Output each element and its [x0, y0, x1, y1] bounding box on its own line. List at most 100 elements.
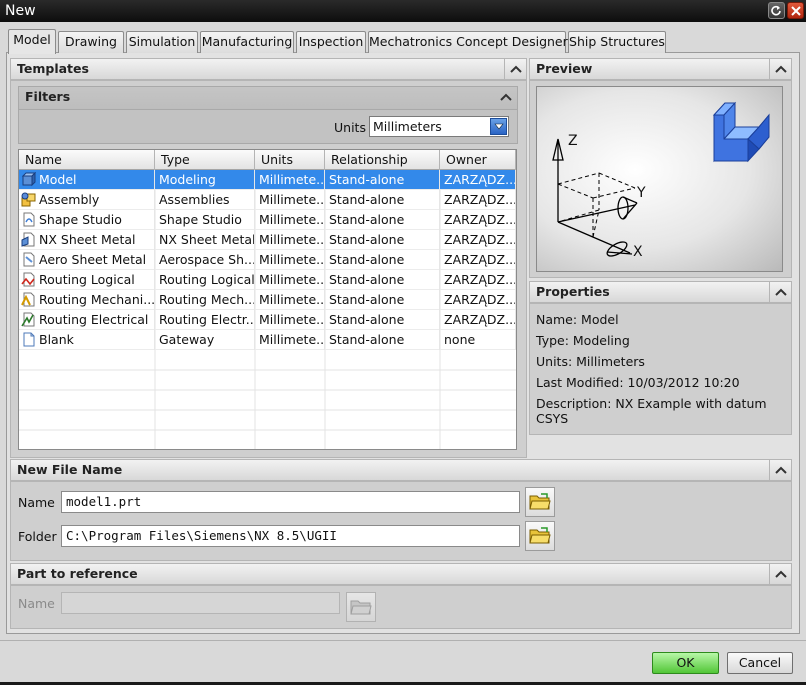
table-row[interactable]: Model Modeling Millimete... Stand-alone …	[19, 170, 516, 190]
cell-type: Gateway	[155, 330, 255, 350]
cell-type: Routing Electr...	[155, 310, 255, 330]
properties-title: Properties	[536, 284, 610, 299]
preview-header[interactable]: Preview	[529, 58, 792, 80]
table-row[interactable]: NX Sheet Metal NX Sheet Metal Millimete.…	[19, 230, 516, 250]
folder-icon	[350, 600, 372, 615]
tab-drawing[interactable]: Drawing	[58, 31, 124, 53]
aero-sheet-metal-icon	[23, 252, 35, 267]
cell-name: Assembly	[35, 190, 155, 210]
routing-mechanical-icon	[21, 292, 35, 307]
tab-inspection[interactable]: Inspection	[296, 31, 366, 53]
folder-label: Folder	[18, 529, 57, 544]
property-description-cont: CSYS	[536, 411, 569, 426]
units-select[interactable]: Millimeters	[369, 116, 509, 137]
browse-name-button[interactable]	[525, 487, 555, 517]
templates-table: Name Type Units Relationship Owner Model…	[18, 149, 517, 450]
table-row[interactable]: Aero Sheet Metal Aerospace Sh... Millime…	[19, 250, 516, 270]
axis-label-y: Y	[637, 185, 646, 201]
chevron-down-icon[interactable]	[490, 118, 507, 135]
collapse-part-to-reference-icon[interactable]	[769, 564, 791, 584]
property-units: Units: Millimeters	[536, 354, 645, 369]
tab-manufacturing[interactable]: Manufacturing	[200, 31, 294, 53]
cell-name: NX Sheet Metal	[35, 230, 155, 250]
blank-document-icon	[23, 332, 35, 347]
cell-owner: ZARZĄDZ...	[440, 290, 516, 310]
reference-name-label: Name	[18, 596, 55, 611]
cancel-button[interactable]: Cancel	[727, 652, 793, 674]
cell-units: Millimete...	[255, 170, 325, 190]
name-input[interactable]: model1.prt	[61, 491, 520, 513]
ok-button[interactable]: OK	[652, 652, 719, 674]
units-select-value: Millimeters	[373, 119, 442, 134]
tab-simulation[interactable]: Simulation	[126, 31, 198, 53]
title-bar: New	[0, 0, 806, 22]
collapse-filters-icon[interactable]	[495, 87, 517, 107]
property-name: Name: Model	[536, 312, 619, 327]
preview-image: Z Y X	[536, 86, 783, 272]
cell-owner: ZARZĄDZ...	[440, 270, 516, 290]
axis-label-x: X	[633, 244, 643, 260]
cell-relationship: Stand-alone	[325, 190, 440, 210]
reference-name-input[interactable]	[61, 592, 340, 614]
table-row[interactable]: Shape Studio Shape Studio Millimete... S…	[19, 210, 516, 230]
cell-owner: none	[440, 330, 516, 350]
sheet-metal-icon	[21, 232, 35, 247]
tab-mechatronics-concept-designer[interactable]: Mechatronics Concept Designer	[368, 31, 568, 53]
table-row[interactable]: Routing Electrical Routing Electr... Mil…	[19, 310, 516, 330]
part-to-reference-header[interactable]: Part to reference	[10, 563, 792, 585]
browse-reference-button[interactable]	[346, 592, 376, 622]
cell-units: Millimete...	[255, 290, 325, 310]
folder-icon	[529, 493, 551, 510]
cell-owner: ZARZĄDZ...	[440, 250, 516, 270]
collapse-templates-icon[interactable]	[504, 59, 526, 79]
table-header: Name Type Units Relationship Owner	[19, 150, 516, 170]
cell-type: NX Sheet Metal	[155, 230, 255, 250]
collapse-properties-icon[interactable]	[769, 282, 791, 302]
column-header-units[interactable]: Units	[255, 150, 325, 170]
cell-owner: ZARZĄDZ...	[440, 170, 516, 190]
tab-model[interactable]: Model	[8, 29, 56, 54]
cell-name: Shape Studio	[35, 210, 155, 230]
column-header-owner[interactable]: Owner	[440, 150, 516, 170]
column-header-name[interactable]: Name	[19, 150, 155, 170]
cell-type: Routing Mech...	[155, 290, 255, 310]
collapse-preview-icon[interactable]	[769, 59, 791, 79]
window-title: New	[5, 3, 36, 19]
new-file-name-title: New File Name	[17, 462, 123, 477]
cell-relationship: Stand-alone	[325, 250, 440, 270]
properties-header[interactable]: Properties	[529, 281, 792, 303]
cell-relationship: Stand-alone	[325, 230, 440, 250]
model-icon	[21, 172, 36, 187]
cell-relationship: Stand-alone	[325, 210, 440, 230]
cell-units: Millimete...	[255, 190, 325, 210]
cell-name: Routing Mechani...	[35, 290, 155, 310]
filters-header[interactable]: Filters	[18, 86, 518, 110]
cell-units: Millimete...	[255, 250, 325, 270]
datum-csys-illustration	[552, 101, 770, 257]
cell-owner: ZARZĄDZ...	[440, 190, 516, 210]
table-row[interactable]: Routing Mechani... Routing Mech... Milli…	[19, 290, 516, 310]
footer-divider	[0, 640, 806, 641]
column-header-type[interactable]: Type	[155, 150, 255, 170]
collapse-new-file-name-icon[interactable]	[769, 460, 791, 480]
cell-relationship: Stand-alone	[325, 170, 440, 190]
cell-type: Modeling	[155, 170, 255, 190]
restore-icon[interactable]	[768, 2, 785, 19]
column-header-relationship[interactable]: Relationship	[325, 150, 440, 170]
folder-input[interactable]: C:\Program Files\Siemens\NX 8.5\UGII	[61, 525, 520, 547]
cell-name: Routing Electrical	[35, 310, 155, 330]
tab-ship-structures[interactable]: Ship Structures	[568, 31, 666, 53]
table-row[interactable]: Assembly Assemblies Millimete... Stand-a…	[19, 190, 516, 210]
routing-electrical-icon	[21, 312, 35, 327]
cell-name: Model	[35, 170, 155, 190]
cell-type: Shape Studio	[155, 210, 255, 230]
cell-name: Aero Sheet Metal	[35, 250, 155, 270]
cell-units: Millimete...	[255, 330, 325, 350]
table-row[interactable]: Routing Logical Routing Logical Millimet…	[19, 270, 516, 290]
browse-folder-button[interactable]	[525, 521, 555, 551]
close-icon[interactable]	[787, 2, 804, 19]
cell-owner: ZARZĄDZ...	[440, 230, 516, 250]
table-row[interactable]: Blank Gateway Millimete... Stand-alone n…	[19, 330, 516, 350]
new-file-name-header[interactable]: New File Name	[10, 459, 792, 481]
templates-header[interactable]: Templates	[10, 58, 527, 80]
